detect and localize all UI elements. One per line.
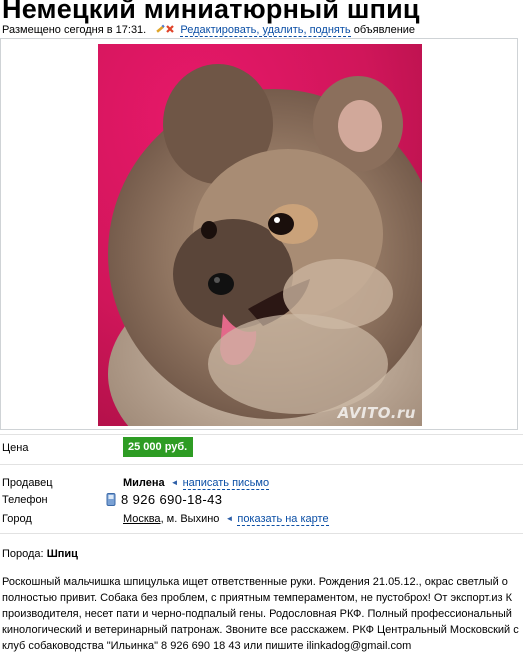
edit-suffix: объявление (353, 24, 416, 36)
edit-icons[interactable] (155, 24, 177, 37)
district: , м. Выхино (160, 513, 220, 525)
seller-row: Милена ◄ написать письмо (123, 477, 270, 490)
price-label: Цена (2, 442, 29, 454)
description-line: производителя, несет пати и черно-подпал… (2, 608, 512, 620)
seller-label: Продавец (2, 477, 53, 489)
breed-row: Порода: Шпиц (2, 548, 78, 560)
price-badge: 25 000 руб. (123, 437, 194, 457)
photo-frame: AVITO.ru (0, 38, 518, 430)
show-on-map-link[interactable]: показать на карте (237, 513, 329, 526)
description-line: Роскошный мальчишка шпицулька ищет ответ… (2, 576, 508, 588)
arrow-left-icon: ◄ (170, 478, 179, 487)
breed-label: Порода: (2, 548, 44, 560)
breed-value: Шпиц (46, 548, 78, 560)
phone-label: Телефон (2, 494, 48, 506)
delete-icon (166, 25, 175, 33)
city-row: Москва, м. Выхино ◄ показать на карте (123, 513, 329, 526)
description-line: клуб собаководства "Ильинка" 8 926 690 1… (2, 640, 412, 652)
city-link[interactable]: Москва (123, 513, 161, 525)
divider (0, 533, 523, 534)
arrow-left-icon: ◄ (225, 514, 234, 523)
city-label: Город (2, 513, 32, 525)
photo-watermark: AVITO.ru (337, 404, 416, 422)
listing-description: Роскошный мальчишка шпицулька ищет ответ… (2, 574, 523, 654)
listing-photo[interactable]: AVITO.ru (98, 44, 422, 426)
page-title: Немецкий миниатюрный шпиц (2, 0, 420, 24)
divider (0, 464, 523, 465)
divider (0, 434, 523, 435)
write-message-link[interactable]: написать письмо (182, 477, 270, 490)
pencil-icon (156, 24, 166, 33)
description-line: кинологический и ветеринарный патронаж. … (2, 624, 519, 636)
phone-number[interactable]: 8 926 690-18-43 (121, 492, 222, 507)
description-line: полностью привит. Собака без проблем, с … (2, 592, 513, 604)
phone-row: 8 926 690-18-43 (106, 492, 222, 507)
mobile-phone-icon (106, 493, 116, 506)
posted-time: Размещено сегодня в 17:31. (2, 24, 147, 36)
listing-meta: Размещено сегодня в 17:31. Редактировать… (2, 24, 415, 37)
edit-listing-link[interactable]: Редактировать, удалить, поднять (180, 24, 351, 37)
seller-name: Милена (123, 477, 165, 489)
